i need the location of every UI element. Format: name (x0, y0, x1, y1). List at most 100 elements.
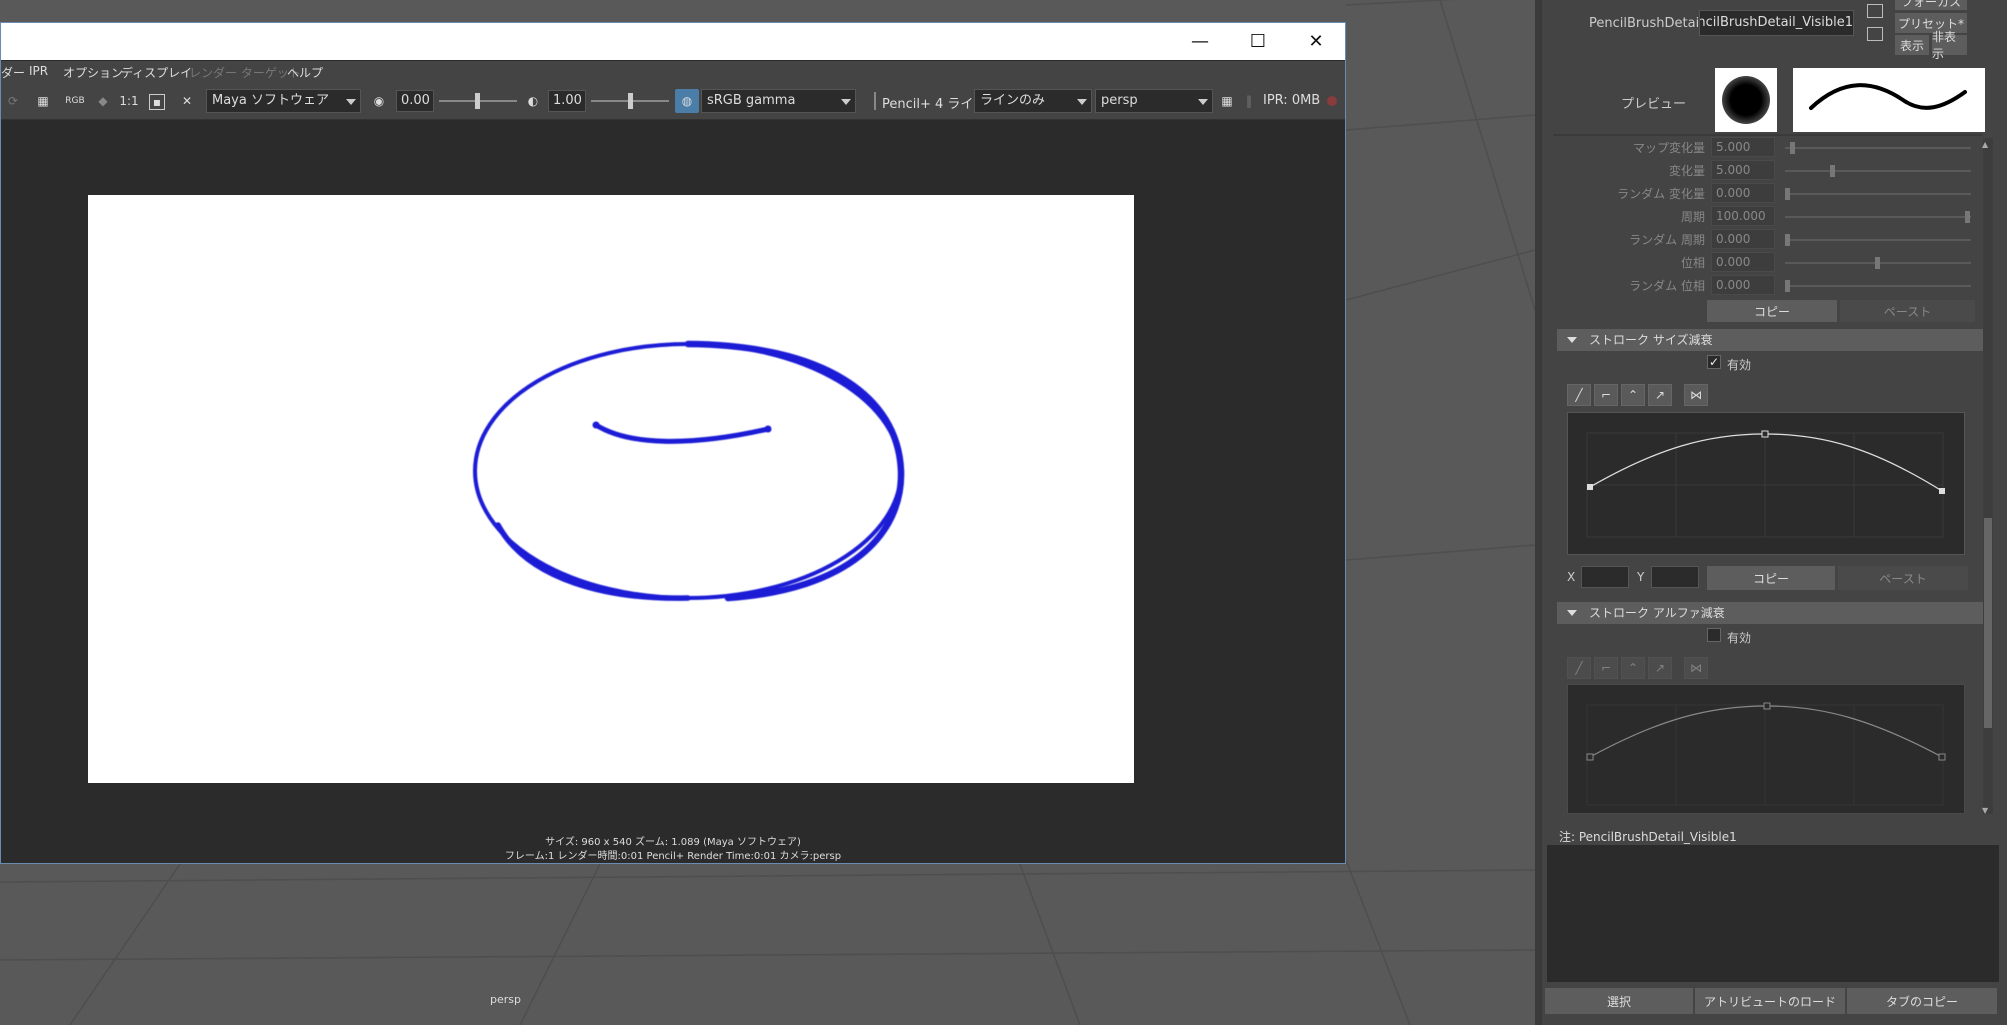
exposure-icon: ◉ (373, 94, 385, 108)
row-slider-handle[interactable] (1785, 234, 1790, 246)
menu-ipr[interactable]: IPR (29, 64, 48, 78)
curve-ease-out-icon[interactable]: ↗ (1648, 384, 1672, 406)
keep-image-icon[interactable]: ▪ (149, 94, 165, 110)
real-size-button[interactable]: 1:1 (119, 91, 139, 111)
ipr-snapshot-icon[interactable]: ▦ (1217, 91, 1237, 111)
gamma-slider-handle[interactable] (628, 93, 633, 109)
scroll-down-icon[interactable]: ▼ (1982, 806, 1988, 815)
snapshot-icon[interactable]: ▦ (33, 91, 53, 111)
paste-button-2: ペースト (1838, 566, 1968, 590)
copy-button-1[interactable]: コピー (1707, 300, 1837, 322)
curve-ease-in-icon[interactable]: ⌐ (1594, 384, 1618, 406)
row-value-field[interactable]: 0.000 (1711, 252, 1775, 272)
note-textarea[interactable] (1547, 845, 1999, 982)
paste-button-1: ペースト (1840, 300, 1975, 322)
row-value-field[interactable]: 0.000 (1711, 275, 1775, 295)
menu-render-target: レンダー ターゲット (189, 66, 301, 80)
stroke-alpha-section-header[interactable]: ストローク アルファ減衰 (1557, 602, 1987, 624)
size-falloff-graph[interactable] (1567, 412, 1965, 555)
row-slider-handle[interactable] (1965, 211, 1970, 223)
row-value-field[interactable]: 5.000 (1711, 137, 1775, 157)
alpha-enabled-label: 有効 (1727, 631, 1752, 645)
row-value-field[interactable]: 5.000 (1711, 160, 1775, 180)
menu-render[interactable]: ダー (1, 64, 25, 81)
focus-button[interactable]: フォーカス (1895, 0, 1967, 10)
stop-icon[interactable] (1327, 96, 1337, 106)
select-button[interactable]: 選択 (1545, 988, 1693, 1014)
rgb-channel-icon[interactable]: RGB (65, 91, 85, 111)
row-slider-handle[interactable] (1785, 188, 1790, 200)
row-value-field[interactable]: 0.000 (1711, 183, 1775, 203)
curve-linear-icon[interactable]: ╱ (1567, 384, 1591, 406)
menu-options[interactable]: オプション (63, 64, 123, 81)
alpha-channel-icon[interactable]: ◆ (93, 91, 113, 111)
exposure-slider-handle[interactable] (475, 93, 480, 109)
panel-scrollbar[interactable] (1983, 138, 1993, 814)
chevron-down-icon (1198, 99, 1208, 105)
row-slider[interactable] (1785, 216, 1971, 218)
scrollbar-thumb[interactable] (1984, 518, 1992, 728)
curve-peak-icon[interactable]: ⌃ (1621, 384, 1645, 406)
close-button[interactable]: ✕ (1287, 23, 1345, 60)
row-label: 位相 (1680, 256, 1705, 270)
row-value-field[interactable]: 100.000 (1711, 206, 1775, 226)
torus-line-render (473, 340, 905, 602)
torus-outer-contour (473, 342, 903, 600)
row-slider-handle[interactable] (1875, 257, 1880, 269)
refresh-icon[interactable]: ⟳ (3, 91, 23, 111)
attribute-editor: フォーカス プリセット* 表示 非表示 PencilBrushDetail: P… (1535, 0, 2007, 1025)
output-connection-icon[interactable] (1867, 27, 1883, 41)
remove-image-icon[interactable]: ✕ (177, 91, 197, 111)
gamma-icon: ◐ (527, 94, 539, 108)
camera-dropdown[interactable]: persp (1095, 89, 1213, 113)
show-button[interactable]: 表示 (1895, 35, 1929, 55)
panel-divider[interactable] (1535, 0, 1542, 1025)
alpha-enabled-checkbox[interactable] (1707, 628, 1721, 642)
row-value-field[interactable]: 0.000 (1711, 229, 1775, 249)
exposure-field[interactable]: 0.00 (396, 90, 434, 112)
input-connection-icon[interactable] (1867, 4, 1883, 18)
render-window-titlebar[interactable]: — ☐ ✕ (1, 23, 1345, 60)
camera-value: persp (1101, 93, 1138, 108)
size-enabled-checkbox[interactable]: ✓ (1707, 355, 1721, 369)
torus-inner-end-left (592, 421, 600, 429)
menu-help[interactable]: ヘルプ (287, 64, 323, 81)
row-slider-handle[interactable] (1785, 280, 1790, 292)
node-name-label: PencilBrushDetail: (1589, 16, 1708, 31)
load-attributes-button[interactable]: アトリビュートのロード (1695, 988, 1845, 1014)
renderer-value: Maya ソフトウェア (212, 93, 329, 108)
pause-icon[interactable]: ‖ (1239, 91, 1259, 111)
stroke-size-section-header[interactable]: ストローク サイズ減衰 (1557, 329, 1987, 351)
line-mode-dropdown[interactable]: ラインのみ (974, 89, 1092, 113)
row-slider[interactable] (1785, 193, 1971, 195)
torus-inner-end-right (764, 425, 772, 433)
curve-flip-icon[interactable]: ⋈ (1684, 384, 1708, 406)
collapse-arrow-icon (1567, 337, 1577, 343)
chevron-down-icon (346, 99, 356, 105)
maximize-button[interactable]: ☐ (1229, 23, 1287, 60)
torus-outer-contour-thick (684, 340, 905, 602)
row-slider-handle[interactable] (1830, 165, 1835, 177)
x-field[interactable] (1581, 566, 1629, 588)
scroll-up-icon[interactable]: ▲ (1982, 140, 1988, 149)
alpha-curve-ease-out-icon: ↗ (1648, 657, 1672, 679)
menu-display[interactable]: ディスプレイ (121, 64, 192, 81)
row-label: ランダム 周期 (1629, 233, 1705, 247)
node-name-field[interactable]: PencilBrushDetail_Visible1 (1699, 10, 1854, 36)
render-view-window[interactable]: — ☐ ✕ ダー IPR オプション ディスプレイ レンダー ターゲット ヘルプ… (0, 22, 1346, 864)
color-management-icon[interactable]: ◍ (675, 89, 699, 113)
row-slider[interactable] (1785, 170, 1971, 172)
row-slider[interactable] (1785, 285, 1971, 287)
copy-tab-button[interactable]: タブのコピー (1847, 988, 1997, 1014)
row-slider-handle[interactable] (1790, 142, 1796, 154)
render-toolbar: ⟳ ▦ RGB ◆ 1:1 ▪ ✕ Maya ソフトウェア ◉ 0.00 ◐ 1… (1, 83, 1345, 120)
hide-button[interactable]: 非表示 (1932, 30, 1967, 61)
gamma-field[interactable]: 1.00 (548, 90, 586, 112)
color-space-dropdown[interactable]: sRGB gamma (701, 89, 856, 113)
y-field[interactable] (1651, 566, 1699, 588)
row-slider[interactable] (1785, 239, 1971, 241)
copy-button-2[interactable]: コピー (1707, 566, 1835, 590)
row-slider[interactable] (1785, 147, 1971, 149)
minimize-button[interactable]: — (1171, 23, 1229, 60)
renderer-dropdown[interactable]: Maya ソフトウェア (206, 89, 361, 113)
